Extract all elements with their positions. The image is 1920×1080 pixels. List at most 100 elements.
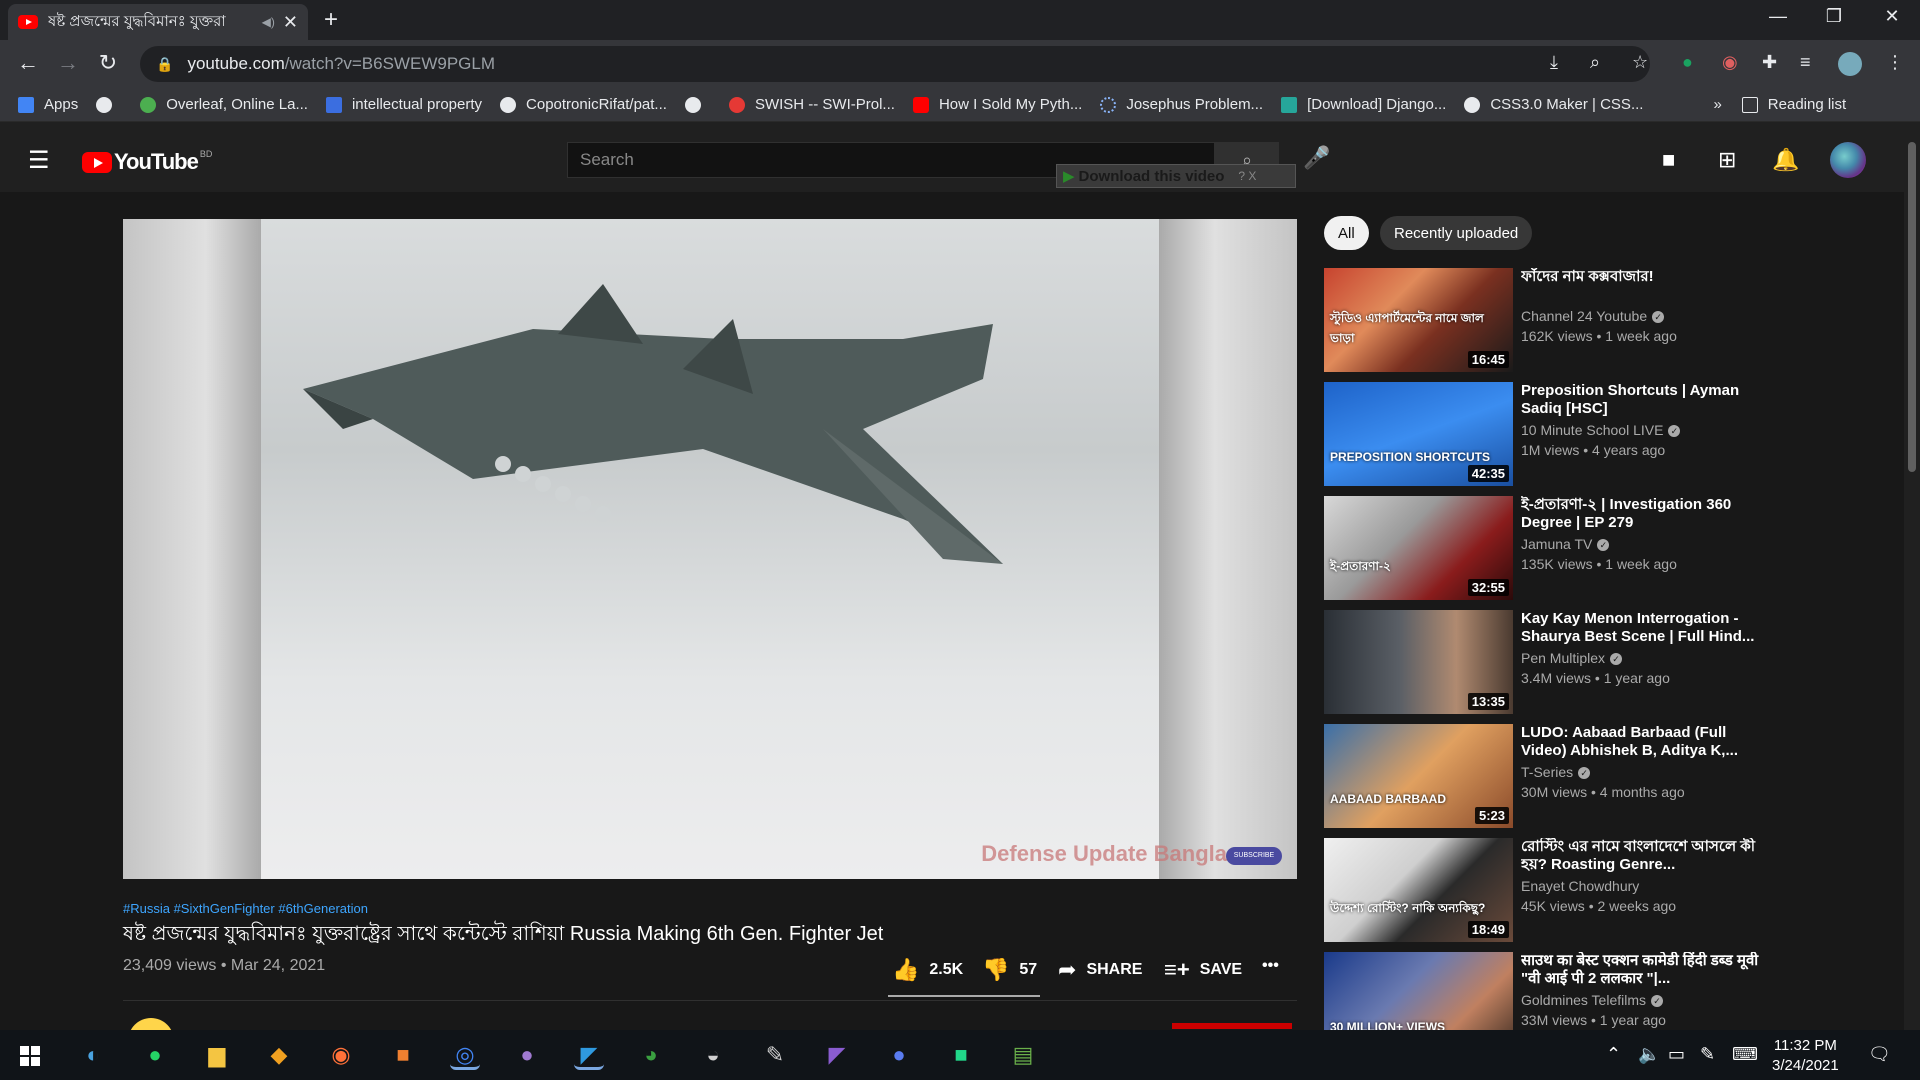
bookmark-intellectual-property[interactable]: intellectual property — [325, 96, 482, 113]
video-player[interactable]: Defense Update Bangla SUBSCRIBE — [123, 219, 1297, 879]
recommendation-item[interactable]: PREPOSITION SHORTCUTS 42:35 Preposition Sh… — [1324, 382, 1904, 486]
app-icon-5[interactable]: ▤ — [1008, 1040, 1038, 1070]
subscribe-watermark-badge[interactable]: SUBSCRIBE — [1226, 847, 1282, 865]
more-actions-icon[interactable]: ••• — [1262, 957, 1279, 975]
reload-icon[interactable]: ↻ — [94, 50, 122, 76]
dislike-button[interactable]: 👎 57 — [982, 957, 1037, 983]
chrome-icon[interactable]: ◎ — [450, 1040, 480, 1070]
video-thumbnail[interactable]: PREPOSITION SHORTCUTS 42:35 — [1324, 382, 1513, 486]
file-explorer-icon[interactable]: ▆ — [202, 1040, 232, 1070]
pen-icon[interactable]: ✎ — [1700, 1044, 1715, 1065]
video-thumbnail[interactable]: AABAAD BARBAAD 5:23 — [1324, 724, 1513, 828]
app-icon-4[interactable]: ✎ — [760, 1040, 790, 1070]
app-icon-3[interactable]: ◒ — [698, 1040, 728, 1070]
recommendation-title[interactable]: Preposition Shortcuts | Ayman Sadiq [HSC… — [1521, 382, 1761, 418]
install-icon[interactable]: ⤓ — [1550, 52, 1558, 73]
subscribe-button[interactable] — [1172, 1023, 1292, 1029]
keyboard-icon[interactable]: ⌨ — [1732, 1044, 1758, 1065]
new-tab-icon[interactable]: + — [324, 6, 338, 34]
video-thumbnail[interactable]: স্টুডিও এ্যাপার্টমেন্টের নামে জাল ভাড়া 1… — [1324, 268, 1513, 372]
back-icon[interactable]: ← — [14, 50, 42, 76]
media-control-icon[interactable]: ≡ — [1800, 52, 1811, 73]
extension-icon[interactable]: ◉ — [1722, 52, 1738, 73]
create-video-icon[interactable]: ■ — [1662, 147, 1675, 173]
recommendation-channel[interactable]: 10 Minute School LIVE ✓ — [1521, 422, 1681, 438]
recommendation-item[interactable]: ই-প্রতারণা-২ 32:55 ই-প্রতারণা-২ | Investig… — [1324, 496, 1904, 600]
recommendation-title[interactable]: Kay Kay Menon Interrogation - Shaurya Be… — [1521, 610, 1761, 646]
download-bar-controls[interactable]: ? X — [1238, 169, 1256, 183]
messenger-icon[interactable]: ● — [884, 1040, 914, 1070]
tray-overflow-icon[interactable]: ⌃ — [1606, 1044, 1621, 1065]
recommendation-title[interactable]: LUDO: Aabaad Barbaad (Full Video) Abhish… — [1521, 724, 1761, 760]
video-thumbnail[interactable]: উদ্দেশ্য রোস্টিং? নাকি অন্যকিছু? 18:49 — [1324, 838, 1513, 942]
reading-list[interactable]: Reading list — [1741, 96, 1846, 113]
recommendation-item[interactable]: স্টুডিও এ্যাপার্টমেন্টের নামে জাল ভাড়া 1… — [1324, 268, 1904, 372]
recommendation-channel[interactable]: Jamuna TV ✓ — [1521, 536, 1610, 552]
video-thumbnail[interactable]: 13:35 — [1324, 610, 1513, 714]
windows-start-icon[interactable] — [20, 1046, 40, 1066]
account-avatar[interactable] — [1830, 142, 1866, 178]
download-video-bar[interactable]: ▶ Download this video ? X — [1056, 164, 1296, 188]
chip-recently-uploaded[interactable]: Recently uploaded — [1380, 216, 1533, 250]
bookmark-star-icon[interactable]: ☆ — [1632, 52, 1648, 73]
microphone-icon[interactable]: 🎤 — [1303, 145, 1330, 171]
bookmark-youtube[interactable]: How I Sold My Pyth... — [912, 96, 1082, 113]
bookmark-apps[interactable]: Apps — [18, 96, 78, 113]
whatsapp-icon[interactable]: ● — [140, 1040, 170, 1070]
bookmark-overleaf[interactable]: Overleaf, Online La... — [140, 96, 308, 113]
save-button[interactable]: ≡+ SAVE — [1164, 957, 1242, 983]
hamburger-menu-icon[interactable]: ☰ — [28, 146, 50, 175]
recommendation-channel[interactable]: T-Series ✓ — [1521, 764, 1591, 780]
video-hashtags[interactable]: #Russia #SixthGenFighter #6thGeneration — [123, 901, 368, 916]
recommendation-channel[interactable]: Channel 24 Youtube ✓ — [1521, 308, 1665, 324]
recommendation-item[interactable]: উদ্দেশ্য রোস্টিং? নাকি অন্যকিছু? 18:49 রোস… — [1324, 838, 1904, 942]
share-button[interactable]: ➦ SHARE — [1058, 957, 1142, 983]
recommendation-channel[interactable]: Goldmines Telefilms ✓ — [1521, 992, 1664, 1008]
profile-avatar-icon[interactable] — [1838, 52, 1862, 76]
apps-grid-icon[interactable]: ⊞ — [1718, 147, 1736, 173]
scrollbar-thumb[interactable] — [1908, 142, 1916, 472]
recommendation-title[interactable]: ফাঁদের নাম কক্সবাজার! — [1521, 268, 1761, 286]
youtube-logo[interactable]: YouTube BD — [82, 149, 212, 175]
bookmark-django[interactable]: [Download] Django... — [1281, 96, 1446, 113]
recommendation-title[interactable]: রোস্টিং এর নামে বাংলাদেশে আসলে কী হয়? R… — [1521, 838, 1761, 874]
volume-icon[interactable]: 🔈 — [1638, 1044, 1660, 1065]
zoom-icon[interactable]: ⌕ — [1590, 52, 1600, 73]
search-taskbar-icon[interactable]: ◐ — [78, 1040, 108, 1070]
page-scrollbar[interactable] — [1904, 130, 1920, 1030]
bookmark-github[interactable]: CopotronicRifat/pat... — [500, 96, 667, 113]
visual-studio-icon[interactable]: ◤ — [822, 1040, 852, 1070]
recommendation-channel[interactable]: Pen Multiplex ✓ — [1521, 650, 1623, 666]
bookmark-css-maker[interactable]: CSS3.0 Maker | CSS... — [1464, 96, 1643, 113]
bookmarks-overflow-icon[interactable]: » — [1713, 96, 1721, 113]
grammarly-icon[interactable]: ● — [1682, 52, 1693, 73]
bookmark-globe-2[interactable] — [684, 96, 711, 113]
window-close-icon[interactable]: ✕ — [1872, 6, 1912, 27]
notifications-icon[interactable]: 🗨 — [1868, 1044, 1891, 1065]
recommendation-channel[interactable]: Enayet Chowdhury — [1521, 878, 1639, 894]
app-icon-2[interactable]: ◕ — [636, 1040, 666, 1070]
pycharm-icon[interactable]: ■ — [946, 1040, 976, 1070]
restore-icon[interactable]: ❐ — [1814, 6, 1854, 27]
recommendation-title[interactable]: साउथ का बेस्ट एक्शन कामेडी हिंदी डब्ड मू… — [1521, 952, 1761, 988]
notifications-bell-icon[interactable]: 🔔 — [1772, 147, 1799, 173]
firefox-icon[interactable]: ◉ — [326, 1040, 356, 1070]
recommendation-item[interactable]: AABAAD BARBAAD 5:23 LUDO: Aabaad Barbaad (… — [1324, 724, 1904, 828]
extensions-puzzle-icon[interactable]: ✚ — [1762, 52, 1777, 73]
tab-audio-icon[interactable]: ◀) — [262, 15, 275, 29]
bookmark-josephus[interactable]: Josephus Problem... — [1100, 96, 1263, 113]
bookmark-swish[interactable]: SWISH -- SWI-Prol... — [728, 96, 895, 113]
forward-icon[interactable]: → — [54, 50, 82, 76]
chrome-menu-icon[interactable]: ⋮ — [1886, 52, 1904, 73]
minimize-icon[interactable]: — — [1758, 6, 1798, 27]
recommendation-title[interactable]: ই-প্রতারণা-২ | Investigation 360 Degree … — [1521, 496, 1761, 532]
tab-close-icon[interactable]: ✕ — [283, 12, 298, 33]
github-desktop-icon[interactable]: ● — [512, 1040, 542, 1070]
address-bar[interactable]: 🔒 youtube.com /watch?v=B6SWEW9PGLM — [140, 46, 1650, 82]
browser-tab[interactable]: ষষ্ট প্রজন্মের যুদ্ধবিমানঃ যুক্তরা ◀) ✕ — [8, 4, 308, 40]
app-icon[interactable]: ■ — [388, 1040, 418, 1070]
system-clock[interactable]: 11:32 PM 3/24/2021 — [1772, 1036, 1839, 1076]
video-thumbnail[interactable]: ই-প্রতারণা-২ 32:55 — [1324, 496, 1513, 600]
vscode-icon[interactable]: ◤ — [574, 1040, 604, 1070]
bookmark-globe-1[interactable] — [96, 96, 122, 113]
